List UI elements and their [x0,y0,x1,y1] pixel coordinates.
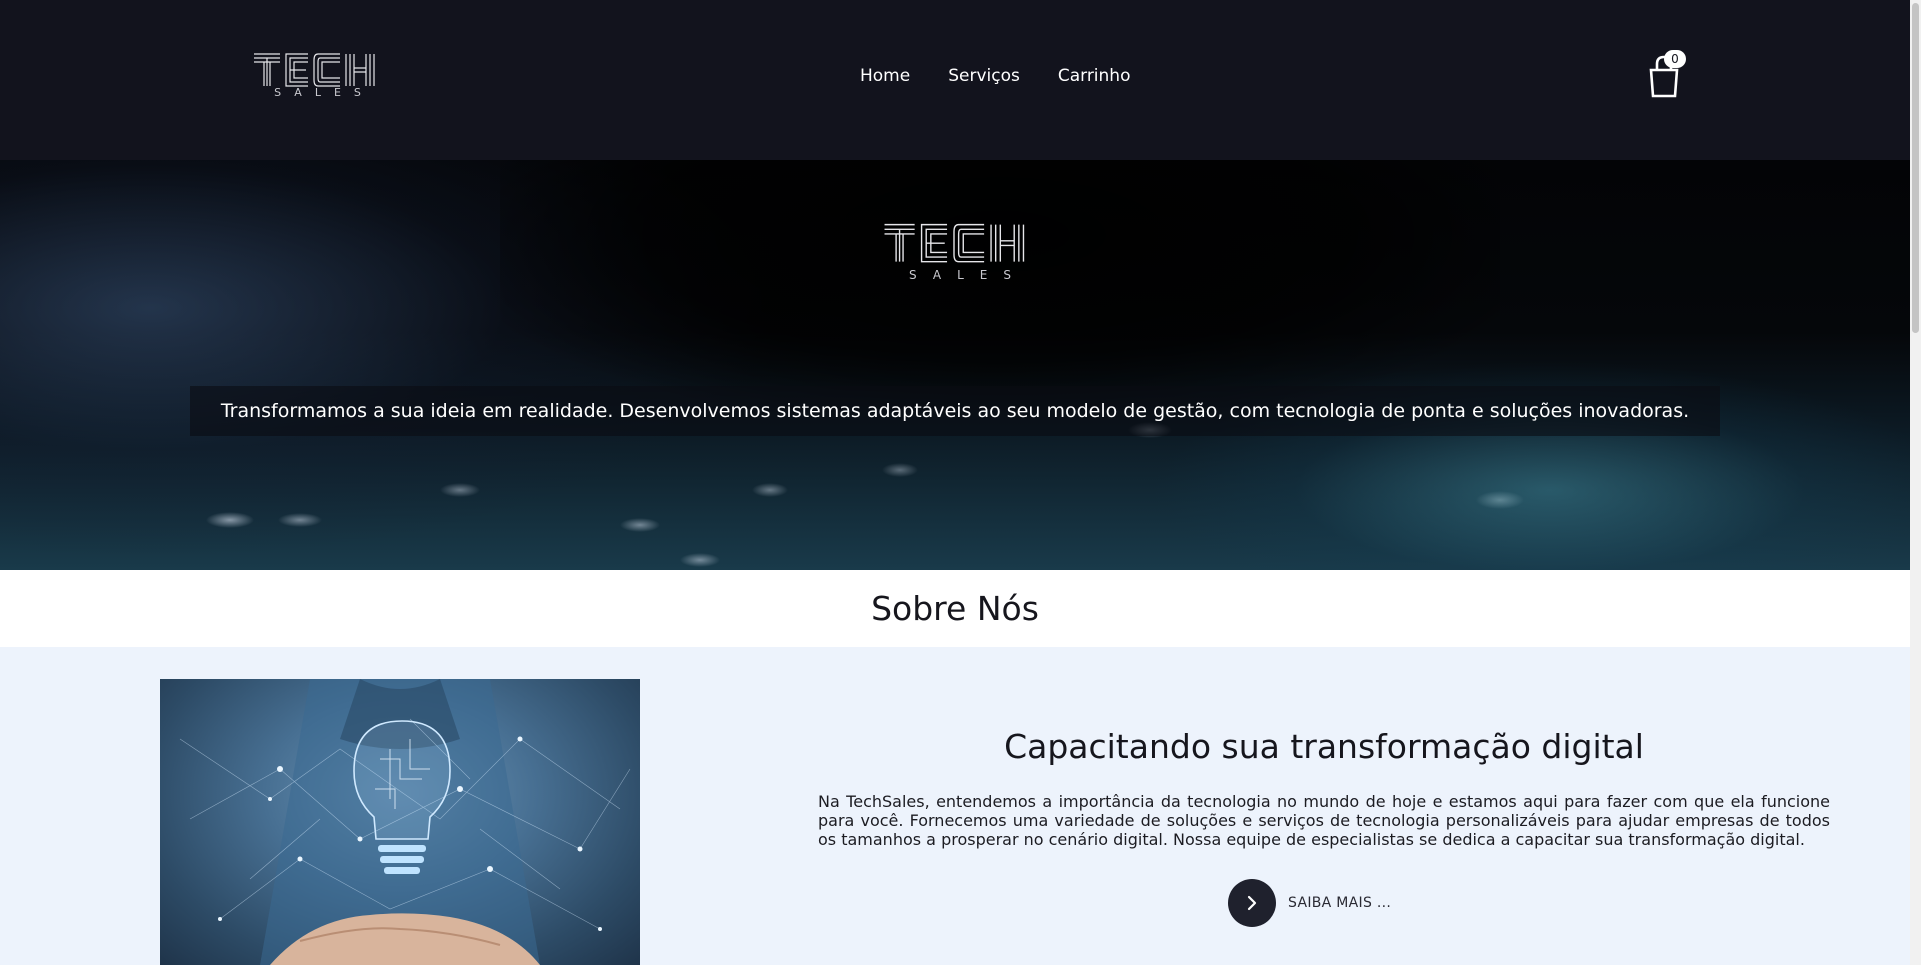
hero-logo-sales-text: SALES [909,268,1027,282]
navbar: SALES Home Serviços Carrinho 0 [0,0,1910,160]
chevron-right-icon [1247,895,1257,911]
about-heading: Capacitando sua transformação digital [1004,727,1644,766]
cart-button[interactable]: 0 [1645,50,1689,98]
vertical-scrollbar[interactable] [1910,0,1921,965]
lightbulb-hand-image [160,679,640,965]
about-content: Capacitando sua transformação digital Na… [818,727,1830,927]
scrollbar-thumb[interactable] [1912,3,1919,333]
main-nav: Home Serviços Carrinho [860,66,1130,86]
brand-logo[interactable]: SALES [252,50,376,102]
more-circle[interactable] [1228,879,1276,927]
cart-count-badge: 0 [1664,50,1686,68]
nav-home[interactable]: Home [860,66,910,86]
about-section: Capacitando sua transformação digital Na… [0,647,1910,965]
nav-servicos[interactable]: Serviços [948,66,1020,86]
hero-logo: SALES [878,220,1030,286]
logo-tech-mark [254,53,375,87]
logo-sales-text: SALES [274,86,374,99]
saiba-mais-label[interactable]: SAIBA MAIS ... [1288,895,1391,911]
hero-logo-tech-mark [884,223,1025,263]
about-description: Na TechSales, entendemos a importância d… [818,792,1830,849]
about-title-band: Sobre Nós [0,570,1910,647]
nav-carrinho[interactable]: Carrinho [1058,66,1131,86]
page: SALES Home Serviços Carrinho 0 SALES Tra… [0,0,1910,965]
saiba-mais-button[interactable]: SAIBA MAIS ... [1228,879,1391,927]
about-title: Sobre Nós [871,589,1039,628]
lightbulb-illustration [179,679,631,965]
hero-banner: SALES Transformamos a sua ideia em reali… [0,160,1910,570]
hero-caption: Transformamos a sua ideia em realidade. … [190,386,1720,436]
